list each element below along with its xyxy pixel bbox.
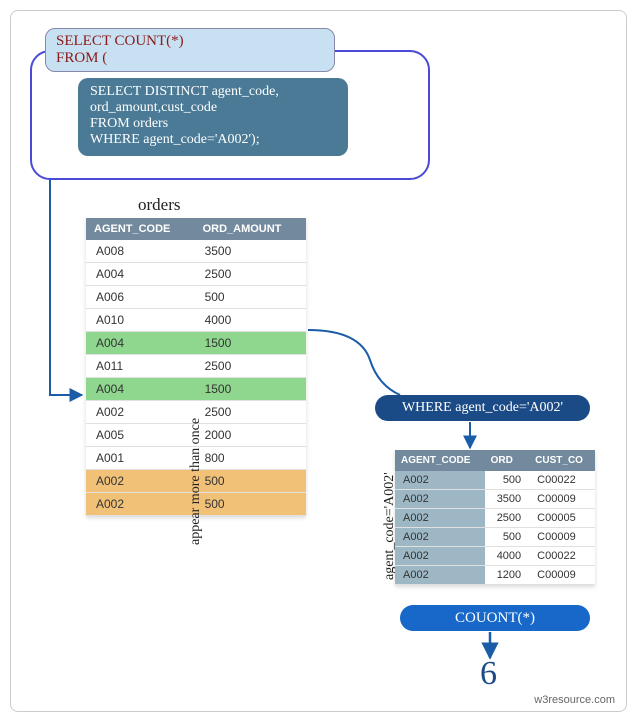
cell-agent-code: A002 [86,493,195,516]
cell-ord-amount: 3500 [195,240,306,263]
col-header: CUST_CO [529,450,595,471]
cell-cust-code: C00005 [529,509,595,528]
cell-ord-amount: 500 [195,286,306,309]
count-pill: COUONT(*) [400,605,590,631]
table-header-row: AGENT_CODE ORD_AMOUNT [86,218,306,240]
cell-ord-amount: 1500 [195,378,306,401]
orders-table-title: orders [138,195,180,215]
cell-ord: 500 [485,471,530,490]
cell-agent-code: A004 [86,332,195,355]
cell-ord-amount: 2500 [195,263,306,286]
cell-agent-code: A010 [86,309,195,332]
where-clause-pill: WHERE agent_code='A002' [375,395,590,421]
cell-agent-code: A008 [86,240,195,263]
cell-ord: 1200 [485,566,530,585]
cell-agent-code: A004 [86,378,195,401]
table-row: A0021200C00009 [395,566,595,585]
cell-agent-code: A002 [395,490,485,509]
table-row: A002500C00022 [395,471,595,490]
cell-agent-code: A001 [86,447,195,470]
table-row: A006500 [86,286,306,309]
cell-cust-code: C00009 [529,566,595,585]
cell-cust-code: C00009 [529,490,595,509]
col-header: ORD [485,450,530,471]
table-row: A0024000C00022 [395,547,595,566]
sql-text: SELECT DISTINCT agent_code, [90,84,336,100]
cell-cust-code: C00009 [529,528,595,547]
table-row: A0022500C00005 [395,509,595,528]
col-header: AGENT_CODE [86,218,195,240]
cell-agent-code: A002 [395,471,485,490]
watermark: w3resource.com [534,694,615,706]
cell-agent-code: A004 [86,263,195,286]
cell-cust-code: C00022 [529,547,595,566]
table-row: A0042500 [86,263,306,286]
cell-ord-amount: 2000 [195,424,306,447]
cell-cust-code: C00022 [529,471,595,490]
cell-ord-amount: 500 [195,493,306,516]
cell-ord-amount: 2500 [195,401,306,424]
table-header-row: AGENT_CODE ORD CUST_CO [395,450,595,471]
sql-text: FROM orders [90,116,336,132]
table-row: A0023500C00009 [395,490,595,509]
sql-text: FROM ( [56,50,324,67]
col-header: ORD_AMOUNT [195,218,306,240]
cell-agent-code: A002 [395,528,485,547]
cell-ord-amount: 800 [195,447,306,470]
sql-text: ord_amount,cust_code [90,100,336,116]
table-row: A0104000 [86,309,306,332]
cell-ord: 4000 [485,547,530,566]
cell-ord: 500 [485,528,530,547]
duplicate-note: appear more than once [188,345,204,545]
cell-ord: 3500 [485,490,530,509]
cell-ord-amount: 4000 [195,309,306,332]
cell-ord: 2500 [485,509,530,528]
sql-outer-query-box: SELECT COUNT(*) FROM ( [45,28,335,72]
cell-ord-amount: 2500 [195,355,306,378]
cell-agent-code: A002 [395,509,485,528]
cell-agent-code: A002 [86,401,195,424]
cell-agent-code: A011 [86,355,195,378]
cell-agent-code: A002 [395,547,485,566]
cell-ord-amount: 500 [195,470,306,493]
table-row: A0083500 [86,240,306,263]
table-row: A002500C00009 [395,528,595,547]
cell-agent-code: A006 [86,286,195,309]
sql-text: WHERE agent_code='A002'); [90,132,336,148]
sql-text: SELECT COUNT(*) [56,33,324,50]
result-value: 6 [480,655,497,693]
cell-agent-code: A005 [86,424,195,447]
sql-inner-subquery-box: SELECT DISTINCT agent_code, ord_amount,c… [78,78,348,156]
col-header: AGENT_CODE [395,450,485,471]
cell-agent-code: A002 [86,470,195,493]
filtered-table: AGENT_CODE ORD CUST_CO A002500C00022A002… [395,450,595,585]
cell-ord-amount: 1500 [195,332,306,355]
cell-agent-code: A002 [395,566,485,585]
